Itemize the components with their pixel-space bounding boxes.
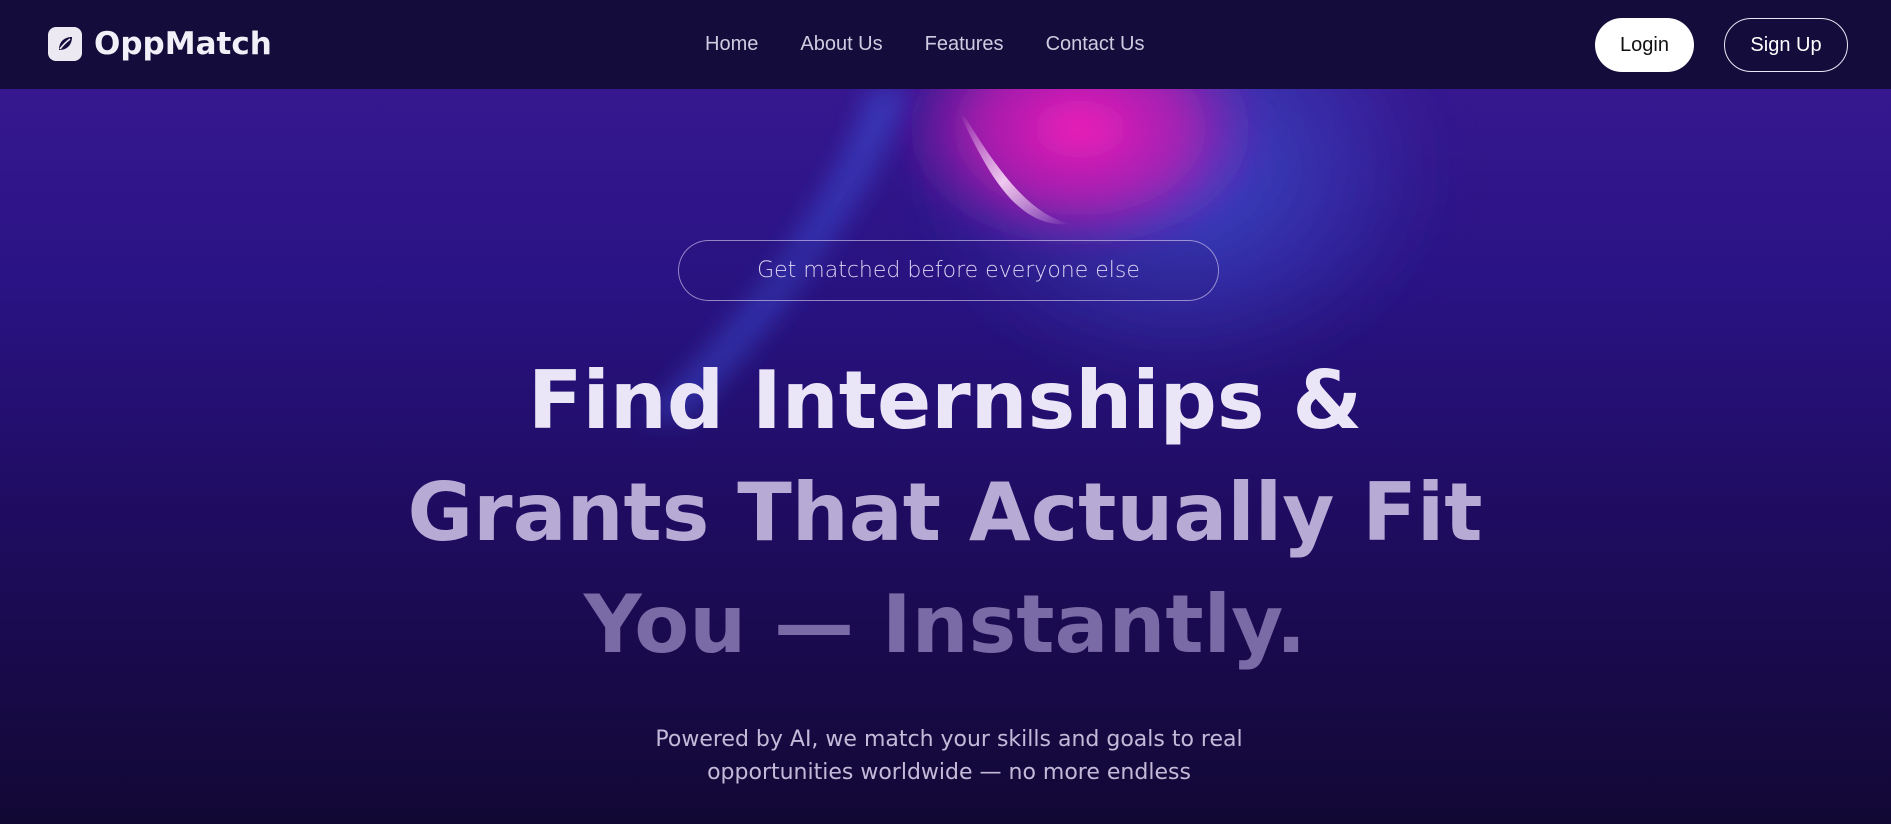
brand-logo[interactable]: OppMatch: [48, 26, 272, 62]
tagline-badge: Get matched before everyone else: [678, 240, 1219, 301]
nav-home[interactable]: Home: [705, 33, 758, 56]
landing-page: OppMatch Home About Us Features Contact …: [0, 0, 1891, 824]
login-button[interactable]: Login: [1595, 18, 1694, 72]
hero-description-line-1: Powered by AI, we match your skills and …: [655, 727, 1243, 752]
nav-about-us[interactable]: About Us: [800, 33, 882, 56]
hero-section: Get matched before everyone else Find In…: [0, 89, 1891, 824]
headline-line-1: Find Internships &: [527, 354, 1363, 447]
leaf-logo-icon: [48, 27, 82, 61]
hero-headline: Find Internships & Grants That Actually …: [345, 345, 1545, 681]
main-nav: Home About Us Features Contact Us: [705, 0, 1187, 89]
nav-features[interactable]: Features: [925, 33, 1004, 56]
headline-line-2: Grants That Actually Fit: [407, 466, 1483, 559]
hero-description-line-2: opportunities worldwide — no more endles…: [707, 760, 1191, 785]
top-navbar: OppMatch Home About Us Features Contact …: [0, 0, 1891, 89]
brand-name: OppMatch: [94, 26, 272, 62]
nav-contact-us[interactable]: Contact Us: [1046, 33, 1145, 56]
hero-description: Powered by AI, we match your skills and …: [595, 723, 1303, 789]
sign-up-button[interactable]: Sign Up: [1724, 18, 1848, 72]
headline-line-3: You — Instantly.: [583, 578, 1307, 671]
